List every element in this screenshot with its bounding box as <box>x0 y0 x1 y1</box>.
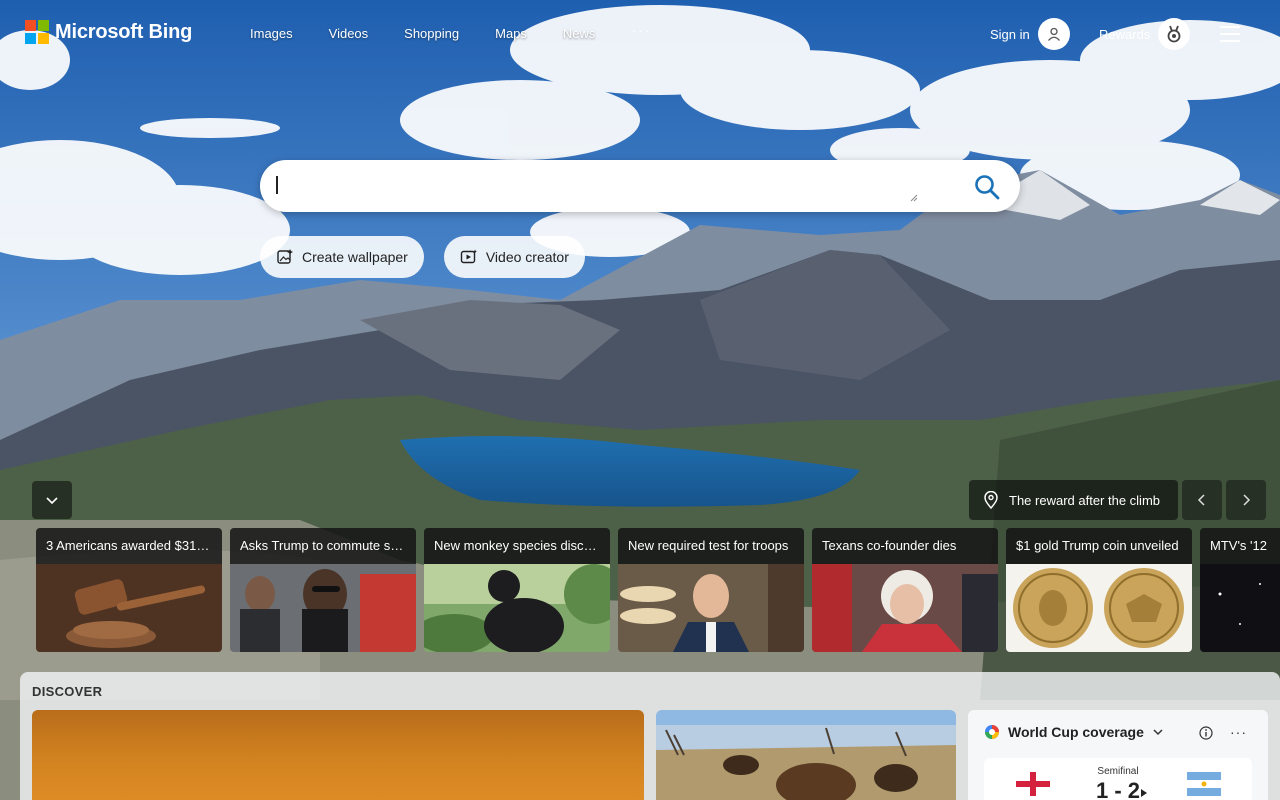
user-avatar-icon <box>1037 18 1070 50</box>
image-of-day-caption[interactable]: The reward after the climb <box>969 480 1178 520</box>
event-image <box>1200 564 1280 652</box>
discover-card[interactable] <box>656 710 956 800</box>
bing-logo[interactable]: Microsoft Bing <box>25 20 192 44</box>
location-pin-icon <box>984 491 998 509</box>
rewards-button[interactable]: Rewards <box>1099 18 1191 50</box>
microsoft-logo-icon <box>25 20 49 44</box>
news-card-title: MTV's '12 <box>1200 528 1280 564</box>
coin-image <box>1006 564 1192 652</box>
video-icon <box>460 249 477 264</box>
news-card[interactable]: $1 gold Trump coin unveiled <box>1006 528 1192 652</box>
news-card-title: New monkey species discovered <box>424 528 610 564</box>
world-cup-header[interactable]: World Cup coverage <box>984 724 1164 740</box>
news-card[interactable]: Asks Trump to commute sentence <box>230 528 416 652</box>
menu-icon[interactable] <box>1220 26 1240 42</box>
sign-in-button[interactable]: Sign in <box>990 18 1070 50</box>
play-arrow-icon <box>1141 789 1147 797</box>
news-card[interactable]: 3 Americans awarded $31 million <box>36 528 222 652</box>
nav-videos[interactable]: Videos <box>329 26 369 41</box>
person-image <box>812 564 998 652</box>
resize-grip-icon[interactable] <box>910 194 918 202</box>
chevron-right-icon <box>1243 494 1251 506</box>
news-card-title: Asks Trump to commute sentence <box>230 528 416 564</box>
news-card[interactable]: Texans co-founder dies <box>812 528 998 652</box>
create-wallpaper-button[interactable]: Create wallpaper <box>260 236 424 278</box>
world-cup-widget: World Cup coverage ··· Semifinal 1 - 2 <box>968 710 1268 800</box>
caption-text: The reward after the climb <box>1009 492 1161 508</box>
chevron-down-icon <box>1153 729 1163 736</box>
people-image <box>230 564 416 652</box>
chevron-left-icon <box>1197 494 1205 506</box>
colorful-logo-icon <box>985 725 999 739</box>
nav-shopping[interactable]: Shopping <box>404 26 459 41</box>
brand-name: Microsoft Bing <box>55 20 193 43</box>
chevron-down-icon <box>46 497 58 505</box>
next-image-button[interactable] <box>1226 480 1266 520</box>
nav-maps[interactable]: Maps <box>495 26 527 41</box>
info-icon[interactable] <box>1199 726 1213 740</box>
news-card-title: $1 gold Trump coin unveiled <box>1006 528 1192 564</box>
action-chips: Create wallpaper Video creator <box>260 236 585 278</box>
image-sparkle-icon <box>277 249 293 264</box>
nav-images[interactable]: Images <box>250 26 293 41</box>
news-card[interactable]: MTV's '12 <box>1200 528 1280 652</box>
discover-section: DISCOVER World Cup coverage ··· Semifina… <box>20 672 1280 800</box>
discover-heading: DISCOVER <box>32 684 103 699</box>
search-icon[interactable] <box>973 173 1001 201</box>
collapse-news-button[interactable] <box>32 481 72 519</box>
video-creator-label: Video creator <box>485 249 569 265</box>
rewards-label: Rewards <box>1099 26 1151 42</box>
news-card-title: Texans co-founder dies <box>812 528 998 564</box>
discover-feature-card[interactable] <box>32 710 644 800</box>
news-card-title: New required test for troops <box>618 528 804 564</box>
more-options-icon[interactable]: ··· <box>1230 724 1247 740</box>
top-bar: Microsoft Bing Images Videos Shopping Ma… <box>0 0 1280 66</box>
search-box <box>260 160 1020 212</box>
more-nav-button[interactable]: ··· <box>631 22 651 41</box>
search-input[interactable] <box>276 168 916 204</box>
gavel-image <box>36 564 222 652</box>
world-cup-title: World Cup coverage <box>1008 724 1144 740</box>
news-carousel: 3 Americans awarded $31 million Asks Tru… <box>36 528 1280 652</box>
rewards-medal-icon <box>1158 18 1191 50</box>
match-card[interactable]: Semifinal 1 - 2 <box>984 758 1252 800</box>
nav-news[interactable]: News <box>563 26 596 41</box>
previous-image-button[interactable] <box>1182 480 1222 520</box>
create-wallpaper-label: Create wallpaper <box>302 249 408 265</box>
argentina-flag-icon <box>1187 772 1221 796</box>
news-card-title: 3 Americans awarded $31 million <box>36 528 222 564</box>
top-nav: Images Videos Shopping Maps News ··· <box>250 22 651 41</box>
official-image <box>618 564 804 652</box>
news-card[interactable]: New monkey species discovered <box>424 528 610 652</box>
sign-in-label: Sign in <box>990 26 1030 42</box>
news-card[interactable]: New required test for troops <box>618 528 804 652</box>
video-creator-button[interactable]: Video creator <box>443 236 585 278</box>
bison-image <box>656 710 956 800</box>
monkey-image <box>424 564 610 652</box>
